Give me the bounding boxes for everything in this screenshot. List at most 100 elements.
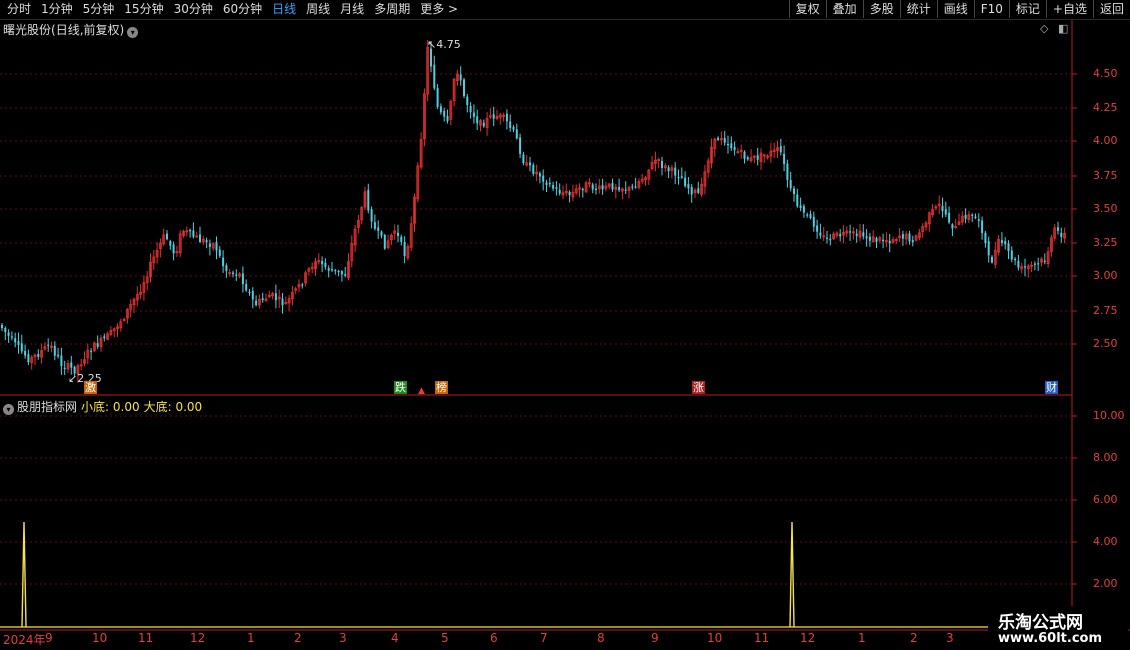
date-tick-label: 3	[339, 631, 347, 645]
candle-body	[727, 143, 729, 146]
candle-body	[799, 205, 802, 209]
candle-body	[251, 290, 254, 300]
candle-body	[367, 189, 370, 211]
candle-body	[522, 154, 525, 164]
candle-body	[601, 185, 604, 190]
candle-body	[789, 179, 792, 189]
candle-body	[4, 327, 7, 333]
candle-body	[687, 184, 690, 189]
candle-body	[331, 269, 333, 271]
date-tick-label: 11	[138, 631, 154, 645]
candle-body	[829, 238, 832, 241]
event-badge[interactable]: 财	[1045, 381, 1058, 394]
candle-body	[545, 182, 548, 185]
indicator-value-xiaodi: 小底: 0.00	[81, 400, 140, 414]
date-tick-label: 2	[910, 631, 918, 645]
candle-body	[809, 213, 812, 219]
date-tick-label: 9	[45, 631, 53, 645]
date-tick-label: 2024年	[3, 633, 46, 647]
candle-body	[235, 274, 238, 276]
date-tick-label: 3	[946, 631, 954, 645]
candle-body	[463, 79, 465, 96]
date-tick-label: 12	[190, 631, 206, 645]
candle-body	[987, 241, 990, 256]
candle-body	[20, 343, 23, 352]
candle-body	[875, 237, 878, 242]
candle-body	[218, 249, 221, 256]
chevron-down-icon[interactable]: ▾	[3, 404, 14, 415]
candle-body	[433, 64, 436, 89]
candle-body	[519, 137, 522, 154]
candle-body	[443, 110, 446, 117]
candle-body	[383, 234, 386, 249]
date-tick-label: 4	[391, 631, 399, 645]
candle-body	[199, 234, 201, 242]
candle-body	[723, 137, 726, 143]
event-badge[interactable]: 涨	[692, 381, 705, 394]
candle-body	[802, 206, 805, 213]
candle-body	[103, 336, 106, 339]
candle-body	[667, 167, 670, 172]
candle-body	[941, 205, 944, 212]
candle-body	[1007, 243, 1010, 251]
watermark-url: www.60lt.com	[998, 631, 1103, 646]
candle-body	[862, 232, 865, 237]
event-badge[interactable]: 跌	[394, 381, 407, 394]
candle-body	[680, 176, 683, 178]
candle-body	[849, 231, 852, 233]
candle-body	[865, 236, 868, 239]
candle-body	[344, 274, 347, 276]
candle-body	[991, 256, 993, 263]
candle-body	[205, 240, 208, 243]
candle-body	[888, 240, 891, 244]
date-tick-label: 10	[707, 631, 723, 645]
date-tick-label: 8	[597, 631, 605, 645]
candle-body	[717, 138, 720, 140]
candle-body	[951, 224, 954, 229]
date-tick-label: 1	[247, 631, 255, 645]
event-badge[interactable]: 榜	[435, 381, 448, 394]
price-tick-label: 2.50	[1093, 337, 1118, 350]
candle-body	[730, 143, 733, 149]
candle-body	[529, 162, 531, 166]
candle-body	[786, 163, 789, 180]
candle-body	[697, 188, 700, 193]
candle-body	[783, 153, 786, 164]
candle-body	[746, 157, 749, 160]
indicator-tick-label: 10.00	[1093, 409, 1125, 422]
candle-body	[17, 341, 20, 345]
price-tick-label: 3.00	[1093, 269, 1118, 282]
candle-body	[60, 355, 63, 367]
candle-body	[377, 227, 380, 231]
candle-body	[63, 367, 66, 370]
candle-body	[555, 187, 558, 189]
indicator-spike	[789, 521, 795, 628]
candle-body	[839, 234, 842, 237]
candle-body	[208, 243, 211, 247]
candle-body	[459, 74, 462, 81]
candle-body	[1014, 258, 1017, 261]
price-tick-label: 3.75	[1093, 169, 1118, 182]
candle-body	[819, 232, 822, 236]
candle-body	[568, 192, 571, 196]
event-badge[interactable]: 激	[84, 381, 97, 394]
candle-body	[10, 336, 13, 338]
candle-body	[1004, 241, 1007, 245]
candle-body	[1, 324, 3, 329]
candle-body	[301, 284, 304, 286]
candle-body	[532, 164, 535, 174]
date-tick-label: 6	[490, 631, 498, 645]
candle-body	[166, 233, 168, 240]
date-tick-label: 11	[754, 631, 770, 645]
candle-body	[327, 268, 330, 271]
candle-body	[674, 167, 677, 176]
candle-body	[1060, 232, 1063, 237]
candle-body	[248, 291, 251, 294]
candle-body	[974, 216, 977, 218]
candle-body	[215, 242, 218, 251]
date-axis: 2024年 9 10 11 12 1 2 3 4 5 6 7 8 9 10 11 12 1 2 3	[0, 630, 1130, 650]
candle-body	[24, 351, 27, 356]
kline-chart[interactable]: ▲	[0, 0, 1130, 650]
price-tick-label: 3.25	[1093, 236, 1118, 249]
candle-body	[90, 350, 93, 353]
